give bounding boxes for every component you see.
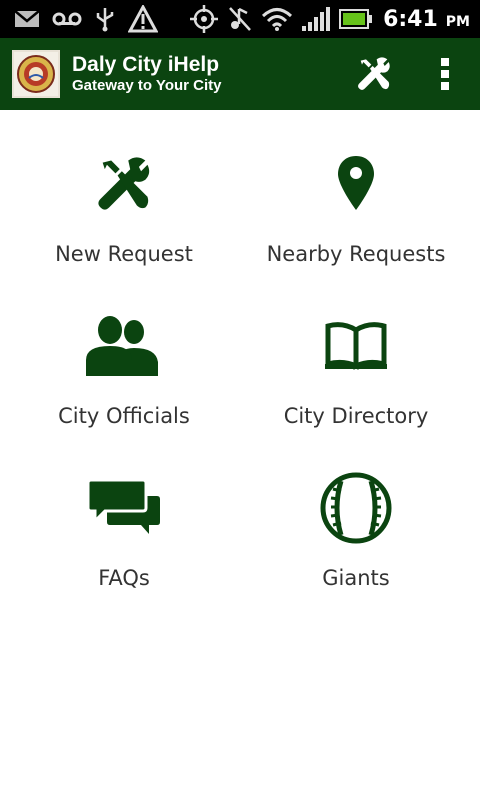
tile-label: Nearby Requests [266,242,446,266]
mute-icon [227,5,253,33]
status-ampm: PM [445,14,470,30]
people-icon [86,316,158,376]
tile-label: City Officials [58,404,190,428]
voicemail-icon [52,11,82,27]
usb-icon [94,6,116,32]
tile-label: City Directory [283,404,429,428]
city-seal-logo[interactable] [12,50,60,98]
tile-label: New Request [55,242,193,266]
tile-new-request[interactable]: New Request [8,134,240,296]
overflow-menu-icon [441,58,449,90]
signal-icon [301,6,331,32]
battery-icon [339,8,373,30]
status-right-icons: 6:41 PM [181,4,470,34]
tile-nearby-requests[interactable]: Nearby Requests [240,134,472,296]
tools-icon [358,57,390,90]
gps-icon [189,4,219,34]
app-title: Daly City iHelp [72,53,220,76]
tile-faqs[interactable]: FAQs [8,458,240,620]
action-bar: Daly City iHelp Gateway to Your City [0,38,480,110]
title-block: Daly City iHelp Gateway to Your City [72,53,221,95]
map-pin-icon [338,156,374,210]
gmail-icon [14,9,40,29]
overflow-menu-button[interactable] [428,52,462,96]
book-icon [325,322,387,370]
app-subtitle: Gateway to Your City [72,77,222,94]
status-bar: 6:41 PM [0,0,480,38]
tools-icon [98,157,150,210]
tile-city-officials[interactable]: City Officials [8,296,240,458]
status-left-icons [14,5,170,33]
settings-tools-button[interactable] [352,52,396,96]
chat-bubbles-icon [87,478,160,534]
tile-city-directory[interactable]: City Directory [240,296,472,458]
warning-icon [128,5,158,33]
tile-label: FAQs [98,566,150,590]
baseball-icon [320,472,392,544]
wifi-icon [261,6,293,32]
status-time: 6:41 [383,6,438,32]
tile-label: Giants [322,566,390,590]
tile-giants[interactable]: Giants [240,458,472,620]
